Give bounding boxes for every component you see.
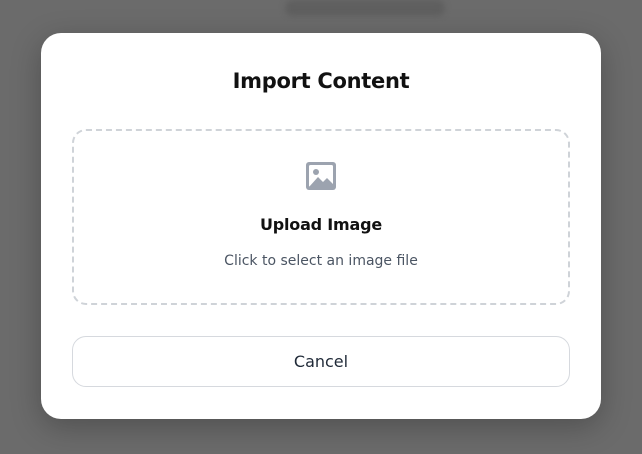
dialog-title: Import Content xyxy=(232,69,410,93)
image-icon xyxy=(306,162,336,190)
upload-image-dropzone[interactable]: Upload Image Click to select an image fi… xyxy=(72,129,570,305)
upload-image-subtitle: Click to select an image file xyxy=(224,253,418,269)
background-blurred-heading xyxy=(285,0,445,16)
cancel-button[interactable]: Cancel xyxy=(72,336,570,387)
import-content-dialog: Import Content Upload Image Click to sel… xyxy=(41,33,601,419)
upload-image-title: Upload Image xyxy=(259,215,383,234)
